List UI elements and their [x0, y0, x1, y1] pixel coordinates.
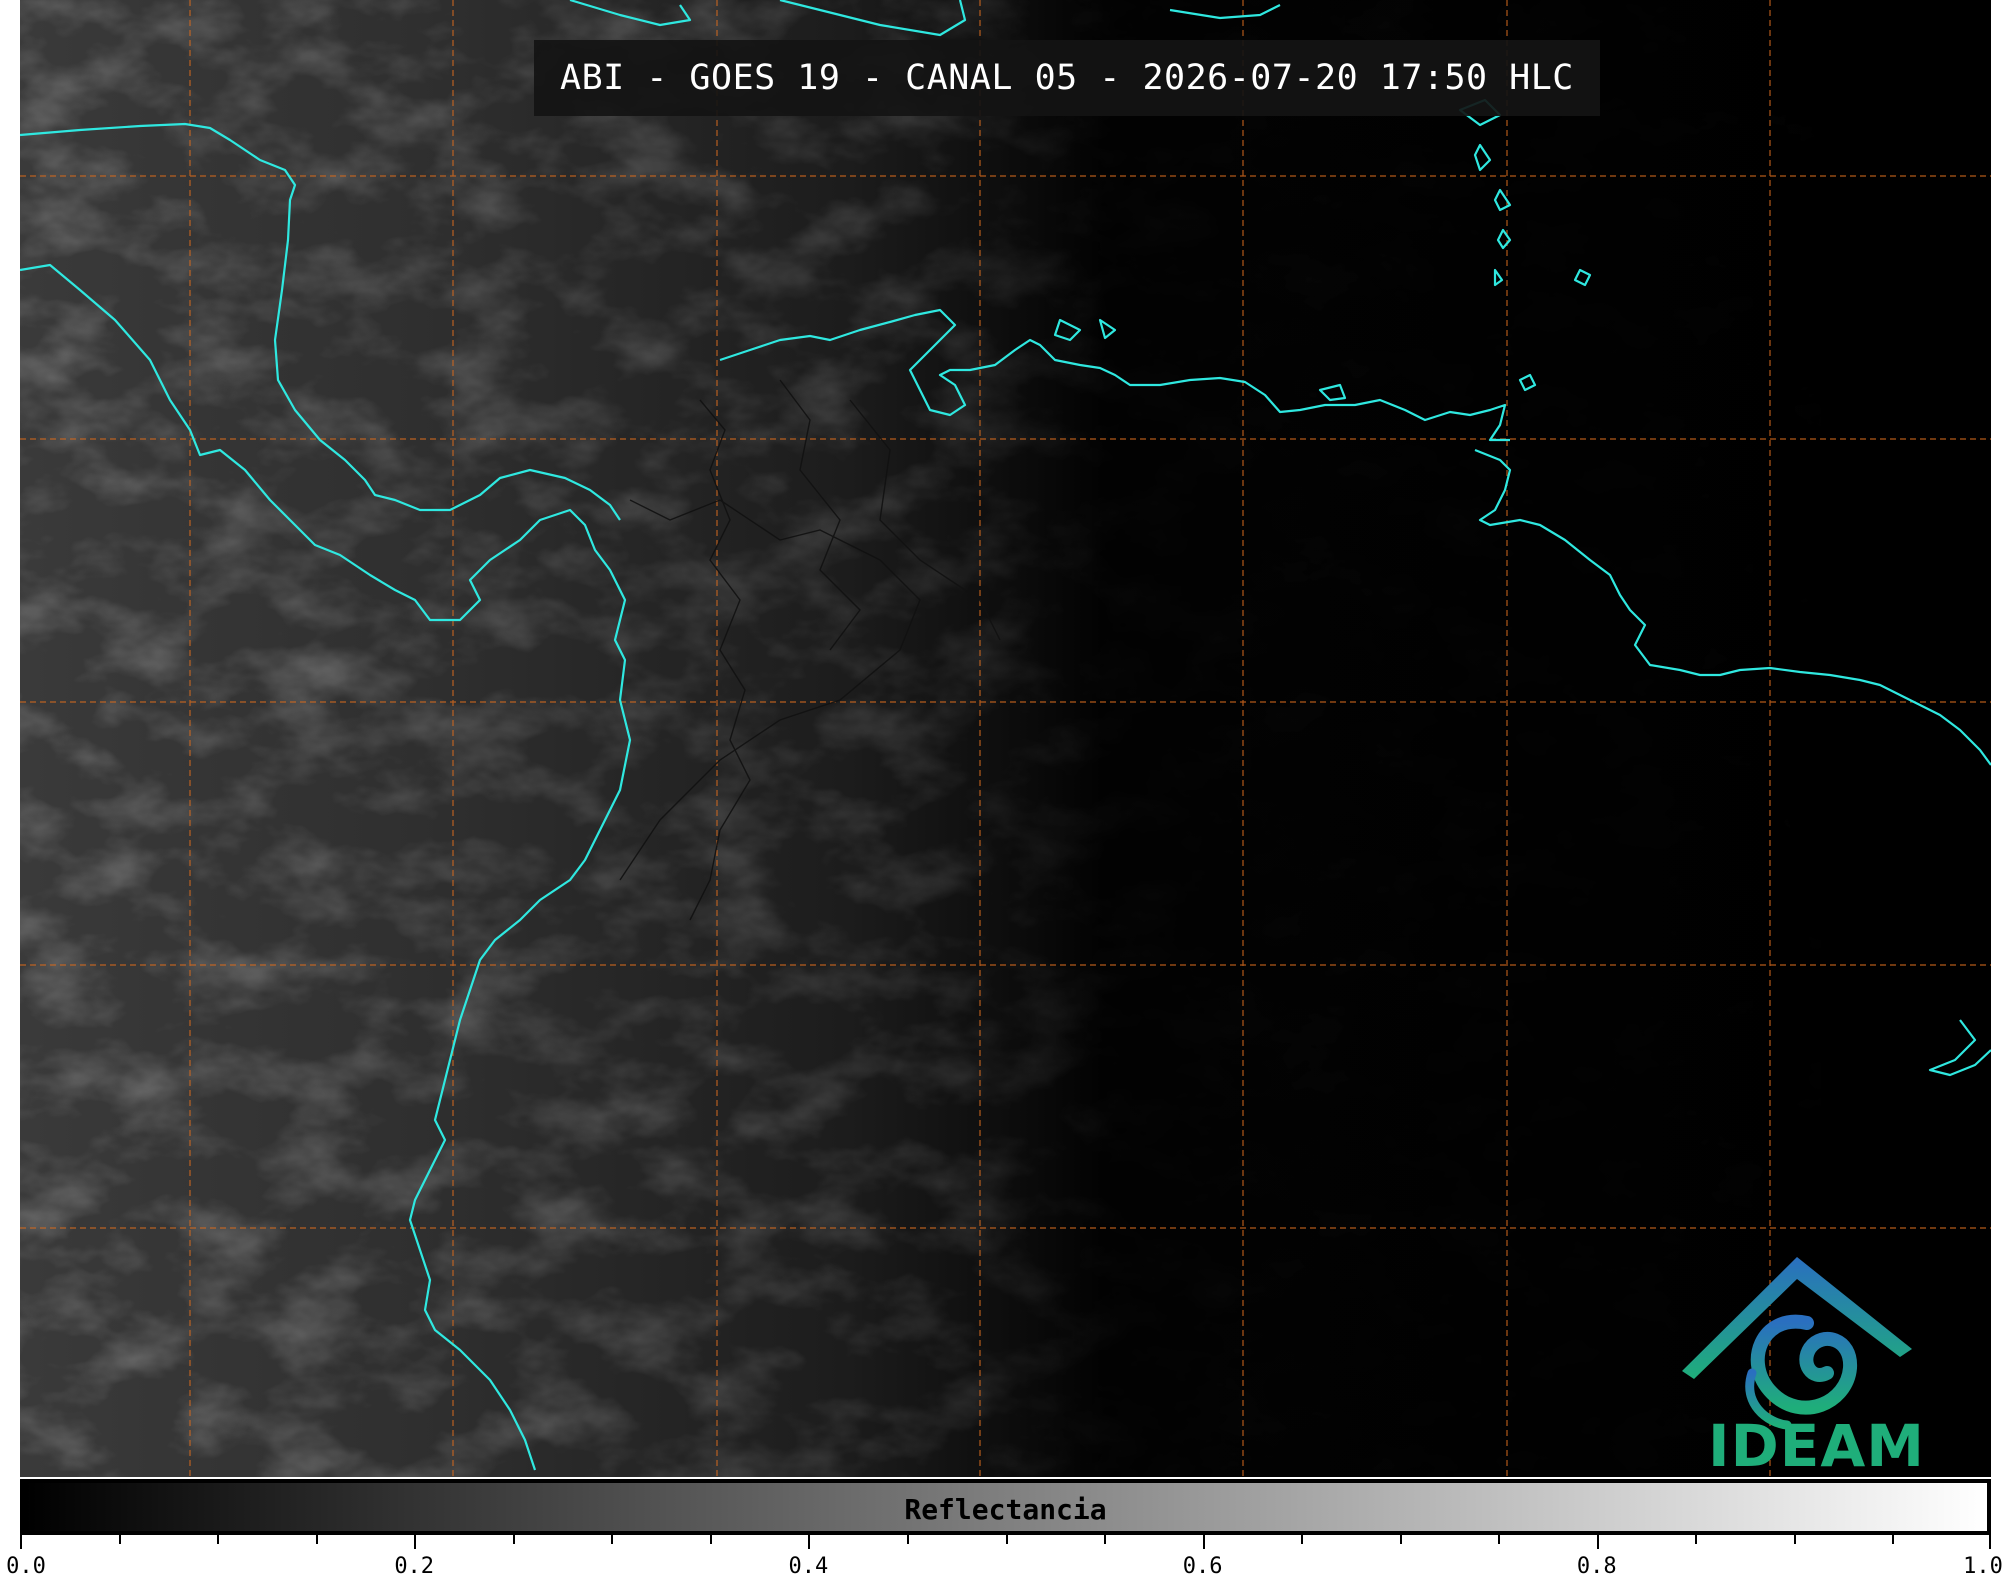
colorbar-label: Reflectancia [904, 1493, 1107, 1526]
colorbar-minor-tick [1301, 1535, 1304, 1544]
colorbar-major-tick [20, 1535, 22, 1549]
colorbar-minor-tick [512, 1535, 515, 1544]
colorbar-major-tick [808, 1535, 811, 1549]
colorbar-minor-tick [1005, 1535, 1008, 1544]
colorbar-minor-tick [315, 1535, 318, 1544]
colorbar-minor-tick [906, 1535, 909, 1544]
colorbar-minor-tick [709, 1535, 712, 1544]
logo-swirl-icon [1745, 1314, 1858, 1430]
colorbar-tick-label: 0.4 [788, 1554, 829, 1579]
colorbar-tick-label: 1.0 [1963, 1554, 2003, 1579]
colorbar-major-tick [1202, 1535, 1205, 1549]
colorbar-tick-label: 0.0 [6, 1554, 46, 1579]
colorbar-tick-label: 0.8 [1576, 1554, 1617, 1579]
colorbar-tick-label: 0.2 [394, 1554, 435, 1579]
colorbar-tick-label: 0.6 [1182, 1554, 1223, 1579]
colorbar-minor-tick [217, 1535, 220, 1544]
colorbar-minor-tick [1104, 1535, 1107, 1544]
colorbar-minor-tick [1793, 1535, 1796, 1544]
satellite-map: ABI - GOES 19 - CANAL 05 - 2026-07-20 17… [20, 0, 1991, 1477]
colorbar-minor-tick [1695, 1535, 1698, 1544]
colorbar-major-tick [1989, 1535, 1991, 1549]
colorbar-minor-tick [1892, 1535, 1895, 1544]
colorbar-major-tick [1596, 1535, 1599, 1549]
colorbar-minor-tick [611, 1535, 614, 1544]
colorbar: Reflectancia [20, 1479, 1991, 1535]
colorbar-major-tick [414, 1535, 417, 1549]
colorbar-minor-tick [118, 1535, 121, 1544]
colorbar-minor-tick [1498, 1535, 1501, 1544]
colorbar-minor-tick [1399, 1535, 1402, 1544]
logo-text: IDEAM [1708, 1412, 1925, 1477]
image-title: ABI - GOES 19 - CANAL 05 - 2026-07-20 17… [534, 40, 1600, 116]
colorbar-ticks: 0.0 0.2 0.4 0.6 0.8 1.0 [6, 1535, 2003, 1579]
